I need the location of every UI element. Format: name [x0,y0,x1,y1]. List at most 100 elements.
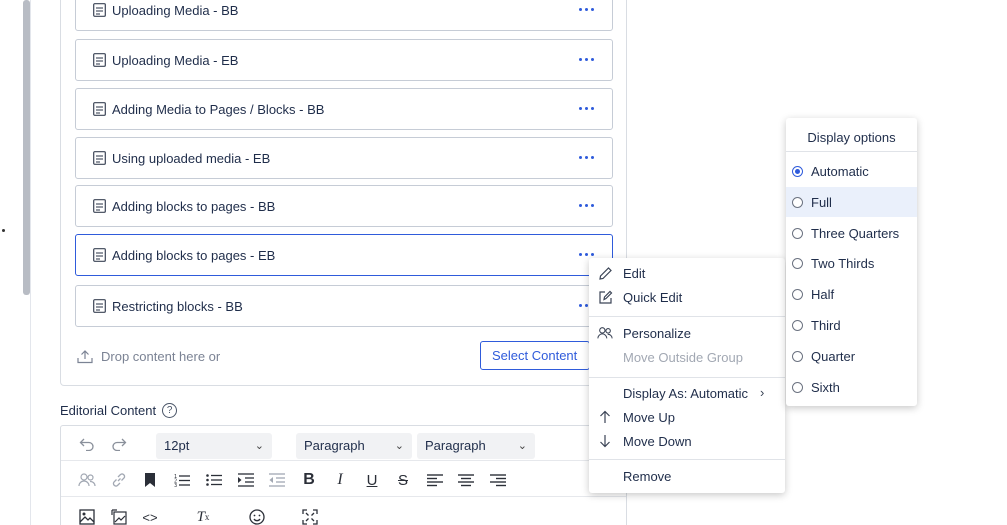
bold-icon[interactable]: B [299,470,319,490]
radio-icon [792,351,803,362]
menu-item-quick-edit[interactable]: Quick Edit [589,287,785,309]
menu-item-move-down[interactable]: Move Down [589,431,785,453]
redo-icon[interactable] [109,434,129,454]
display-option-label: Two Thirds [811,256,875,271]
document-icon [93,3,106,17]
indent-icon[interactable] [236,470,256,490]
editor-toolbar-row-3: <> Tx [61,498,626,525]
radio-icon [792,382,803,393]
menu-item-label: Edit [623,266,646,281]
chevron-right-icon: › [760,385,765,400]
block-format-select[interactable]: Paragraph ⌄ [296,433,412,459]
radio-icon [792,320,803,331]
undo-icon[interactable] [77,434,97,454]
menu-item-label: Quick Edit [623,290,683,305]
block-label: Uploading Media - EB [112,53,239,68]
image-icon[interactable] [77,507,97,525]
emoji-icon[interactable] [247,507,267,525]
block-context-menu: Edit Quick Edit Personalize Move Outside… [589,258,785,493]
font-size-select[interactable]: 12pt ⌄ [156,433,272,459]
radio-icon [792,289,803,300]
more-options-button[interactable] [578,250,594,258]
drop-zone[interactable]: Drop content here or [77,345,220,367]
edit-image-icon[interactable] [109,507,129,525]
chevron-down-icon: ⌄ [254,440,264,452]
block-item[interactable]: Uploading Media - EB [75,39,613,81]
display-option-three-quarters[interactable]: Three Quarters [786,218,917,248]
chevron-down-icon: ⌄ [394,440,404,452]
more-options-button[interactable] [578,153,594,161]
menu-item-personalize[interactable]: Personalize [589,323,785,345]
display-option-two-thirds[interactable]: Two Thirds [786,248,917,278]
quick-edit-icon [597,289,613,305]
left-panel-dot [2,229,5,232]
document-icon [93,102,106,116]
underline-icon[interactable]: U [362,470,382,490]
display-option-sixth[interactable]: Sixth [786,372,917,402]
rich-text-editor: 12pt ⌄ Paragraph ⌄ Paragraph ⌄ 123 B I U… [60,425,627,525]
editorial-content-label: Editorial Content ? [60,403,178,418]
radio-selected-icon [792,166,803,177]
block-item[interactable]: Adding blocks to pages - BB [75,185,613,227]
link-icon[interactable] [109,470,129,490]
editor-toolbar-row-2: 123 B I U S [61,462,626,497]
more-options-button[interactable] [578,201,594,209]
svg-text:3: 3 [174,483,177,487]
menu-item-edit[interactable]: Edit [589,263,785,285]
align-center-icon[interactable] [456,470,476,490]
italic-icon[interactable]: I [330,470,350,490]
block-item[interactable]: Uploading Media - BB [75,0,613,31]
display-option-third[interactable]: Third [786,310,917,340]
more-options-button[interactable] [578,104,594,112]
display-option-label: Quarter [811,349,856,364]
document-icon [93,151,106,165]
block-item[interactable]: Using uploaded media - EB [75,137,613,179]
more-options-button[interactable] [578,5,594,13]
block-label: Restricting blocks - BB [112,299,243,314]
display-option-full[interactable]: Full [786,187,917,217]
menu-item-remove[interactable]: Remove [589,466,785,488]
fullscreen-icon[interactable] [300,507,320,525]
drop-text: Drop content here or [101,348,221,364]
help-icon[interactable]: ? [162,403,178,418]
display-option-quarter[interactable]: Quarter [786,341,917,371]
radio-icon [792,197,803,208]
display-option-half[interactable]: Half [786,279,917,309]
display-option-label: Automatic [811,164,869,179]
numbered-list-icon[interactable]: 123 [172,470,192,490]
outdent-icon[interactable] [267,470,287,490]
display-options-menu: Display options Automatic Full Three Qua… [786,118,917,406]
menu-item-label: Move Down [623,434,692,449]
menu-item-label: Move Outside Group [623,350,743,365]
arrow-down-icon [597,433,613,449]
style-format-select[interactable]: Paragraph ⌄ [417,433,535,459]
font-size-value: 12pt [164,438,190,453]
source-code-icon[interactable]: <> [140,507,160,525]
more-options-button[interactable] [578,55,594,63]
arrow-up-icon [597,409,613,425]
display-option-automatic[interactable]: Automatic [786,156,917,186]
menu-separator [786,151,917,152]
menu-item-move-outside-group: Move Outside Group [589,347,785,369]
block-item[interactable]: Adding Media to Pages / Blocks - BB [75,88,613,130]
bookmark-icon[interactable] [140,470,160,490]
display-option-label: Third [811,318,841,333]
personalize-icon [597,325,613,341]
menu-separator [589,316,785,317]
strikethrough-icon[interactable]: S [393,470,413,490]
align-left-icon[interactable] [425,470,445,490]
menu-item-label: Display As: Automatic [623,386,748,401]
menu-separator [589,377,785,378]
personalize-icon[interactable] [77,470,97,490]
left-scrollbar[interactable] [23,0,30,295]
align-right-icon[interactable] [488,470,508,490]
menu-item-label: Remove [623,469,672,484]
menu-item-display-as[interactable]: Display As: Automatic › [589,383,785,405]
select-content-button[interactable]: Select Content [480,341,590,370]
bullet-list-icon[interactable] [204,470,224,490]
clear-formatting-icon[interactable]: Tx [193,507,213,525]
block-item[interactable]: Restricting blocks - BB [75,285,613,327]
menu-item-label: Move Up [623,410,676,425]
block-item-selected[interactable]: Adding blocks to pages - EB [75,234,613,276]
menu-item-move-up[interactable]: Move Up [589,407,785,429]
